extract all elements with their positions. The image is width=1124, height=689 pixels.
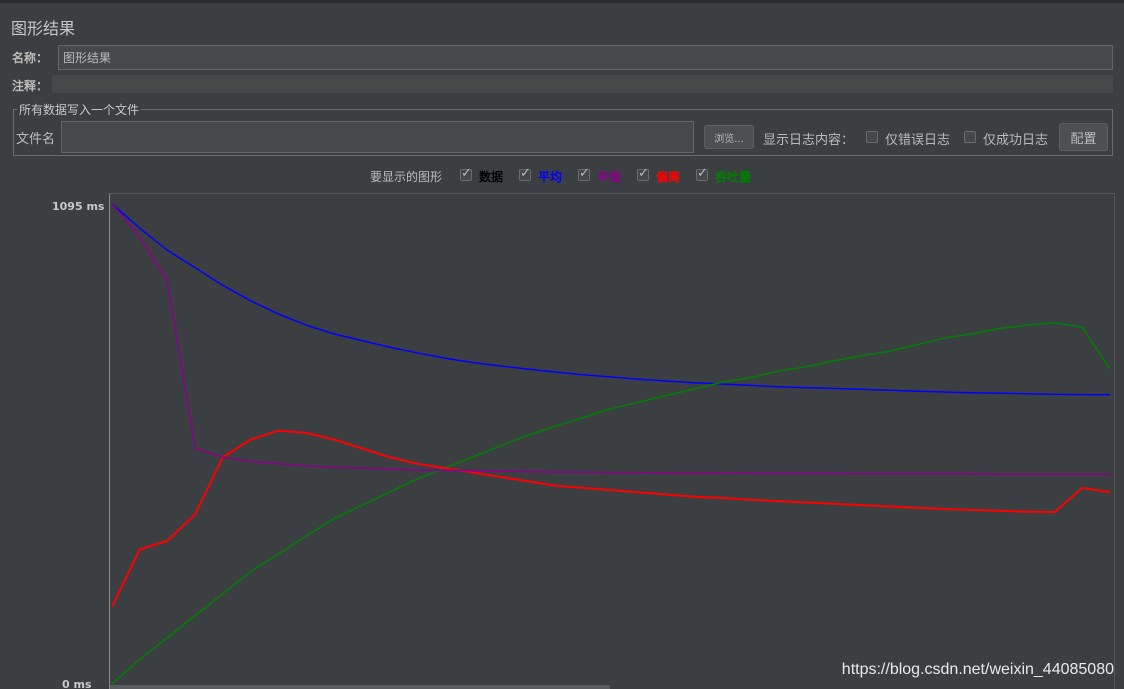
- errors-only-checkbox[interactable]: [866, 131, 878, 143]
- log-content-label: 显示日志内容：: [763, 133, 855, 148]
- series-line-2: [111, 429, 1111, 608]
- success-only-checkbox[interactable]: [964, 131, 976, 143]
- errors-only-label: 仅错误日志: [885, 133, 951, 148]
- panel-title: 图形结果: [11, 19, 76, 38]
- comment-input[interactable]: [52, 75, 1113, 93]
- watermark-url: https://blog.csdn.net/weixin_44085080: [841, 661, 1114, 678]
- name-input[interactable]: 图形结果: [58, 45, 1113, 70]
- y-tick-min-value: 0: [62, 678, 70, 689]
- graph-toggle-label-4: 吞吐量: [715, 170, 752, 184]
- configure-button[interactable]: 配置: [1059, 123, 1108, 151]
- horizontal-scrollbar[interactable]: [110, 685, 610, 689]
- graph-toggle-checkbox-4[interactable]: [696, 166, 708, 181]
- comment-label: 注释：: [12, 79, 49, 93]
- y-tick-max-value: 1095: [52, 200, 83, 213]
- browse-button[interactable]: 浏览...: [704, 125, 754, 149]
- file-name-input[interactable]: [61, 121, 694, 153]
- graph-results-chart: [109, 193, 1115, 689]
- graph-toggle-label-3: 偏离: [656, 170, 681, 184]
- success-only-label: 仅成功日志: [983, 133, 1049, 148]
- graph-toggle-label-2: 中值: [597, 170, 622, 184]
- graph-toggle-checkbox-1[interactable]: [519, 166, 531, 181]
- file-name-label: 文件名: [16, 132, 56, 147]
- graph-toggle-label-1: 平均: [538, 170, 563, 184]
- y-tick-max-unit: ms: [86, 200, 105, 213]
- file-group-legend: 所有数据写入一个文件: [17, 101, 142, 118]
- graphs-to-display-label: 要显示的图形: [370, 170, 443, 184]
- window-top-border: [0, 0, 1124, 3]
- graph-toggle-checkbox-2[interactable]: [578, 166, 590, 181]
- series-line-3: [111, 203, 1110, 476]
- y-tick-min: 0 ms: [62, 678, 92, 689]
- graph-toggle-checkbox-3[interactable]: [637, 166, 649, 181]
- graph-toggle-label-0: 数据: [479, 170, 504, 184]
- series-line-0: [111, 203, 1110, 396]
- y-tick-min-unit: ms: [73, 678, 92, 689]
- y-tick-max: 1095 ms: [52, 200, 104, 213]
- chart-svg: [111, 203, 1111, 685]
- name-label: 名称：: [12, 51, 49, 65]
- graph-toggle-checkbox-0[interactable]: [460, 166, 472, 181]
